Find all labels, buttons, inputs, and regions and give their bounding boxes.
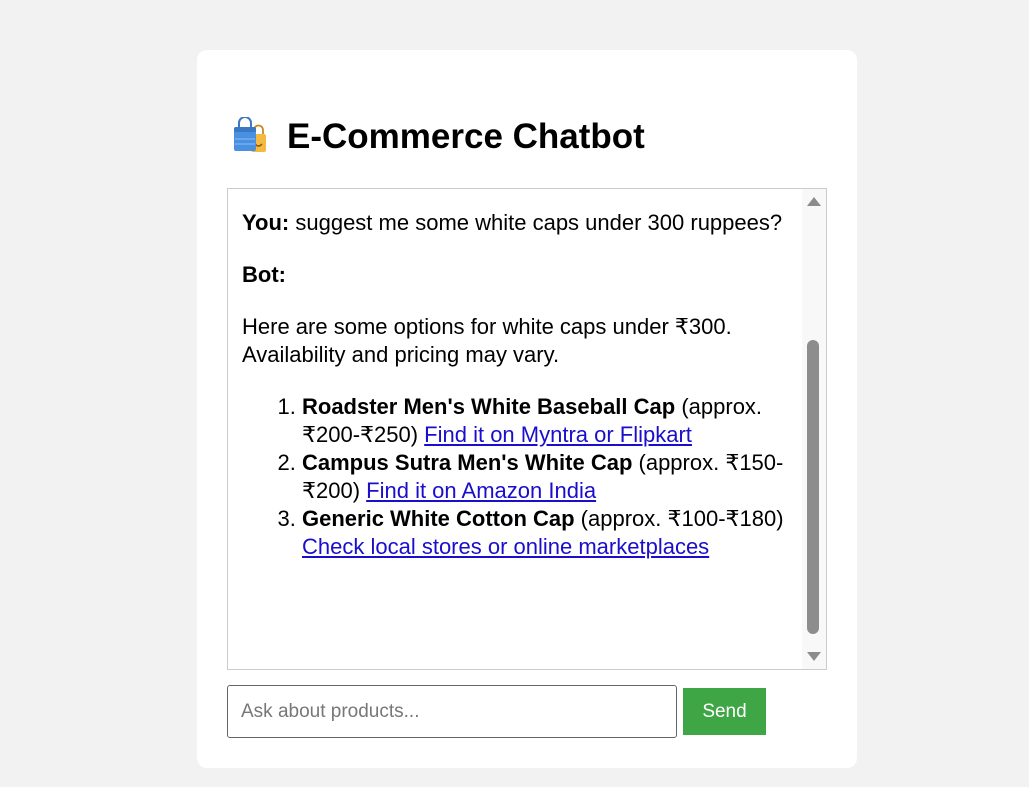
product-link[interactable]: Check local stores or online marketplace… xyxy=(302,534,709,559)
product-name: Roadster Men's White Baseball Cap xyxy=(302,394,676,419)
message-composer: Send xyxy=(227,685,766,738)
scrollbar[interactable] xyxy=(802,189,826,669)
message-input[interactable] xyxy=(227,685,677,738)
page-title: E-Commerce Chatbot xyxy=(287,117,645,156)
scroll-down-arrow-icon[interactable] xyxy=(807,652,821,661)
product-link[interactable]: Find it on Amazon India xyxy=(366,478,596,503)
bot-message-label: Bot: xyxy=(242,261,790,289)
shopping-bags-icon xyxy=(234,117,266,152)
user-message: You: suggest me some white caps under 30… xyxy=(242,209,790,237)
send-button[interactable]: Send xyxy=(683,688,766,735)
header: E-Commerce Chatbot xyxy=(231,116,645,158)
product-name: Campus Sutra Men's White Cap xyxy=(302,450,633,475)
product-options-list: Roadster Men's White Baseball Cap (appro… xyxy=(242,393,790,561)
product-link[interactable]: Find it on Myntra or Flipkart xyxy=(424,422,692,447)
product-name: Generic White Cotton Cap xyxy=(302,506,575,531)
user-message-text: suggest me some white caps under 300 rup… xyxy=(289,210,783,235)
user-sender-label: You: xyxy=(242,210,290,235)
scroll-up-arrow-icon[interactable] xyxy=(807,197,821,206)
chat-history[interactable]: You: suggest me some white caps under 30… xyxy=(227,188,827,670)
scrollbar-thumb[interactable] xyxy=(807,340,819,634)
chat-content: You: suggest me some white caps under 30… xyxy=(242,209,790,561)
list-item: Campus Sutra Men's White Cap (approx. ₹1… xyxy=(302,449,790,505)
product-price: (approx. ₹100-₹180) xyxy=(574,506,784,531)
list-item: Roadster Men's White Baseball Cap (appro… xyxy=(302,393,790,449)
bot-sender-label: Bot: xyxy=(242,262,286,287)
bot-message-text: Here are some options for white caps und… xyxy=(242,314,732,367)
list-item: Generic White Cotton Cap (approx. ₹100-₹… xyxy=(302,505,790,561)
chat-card: E-Commerce Chatbot You: suggest me some … xyxy=(197,50,857,768)
